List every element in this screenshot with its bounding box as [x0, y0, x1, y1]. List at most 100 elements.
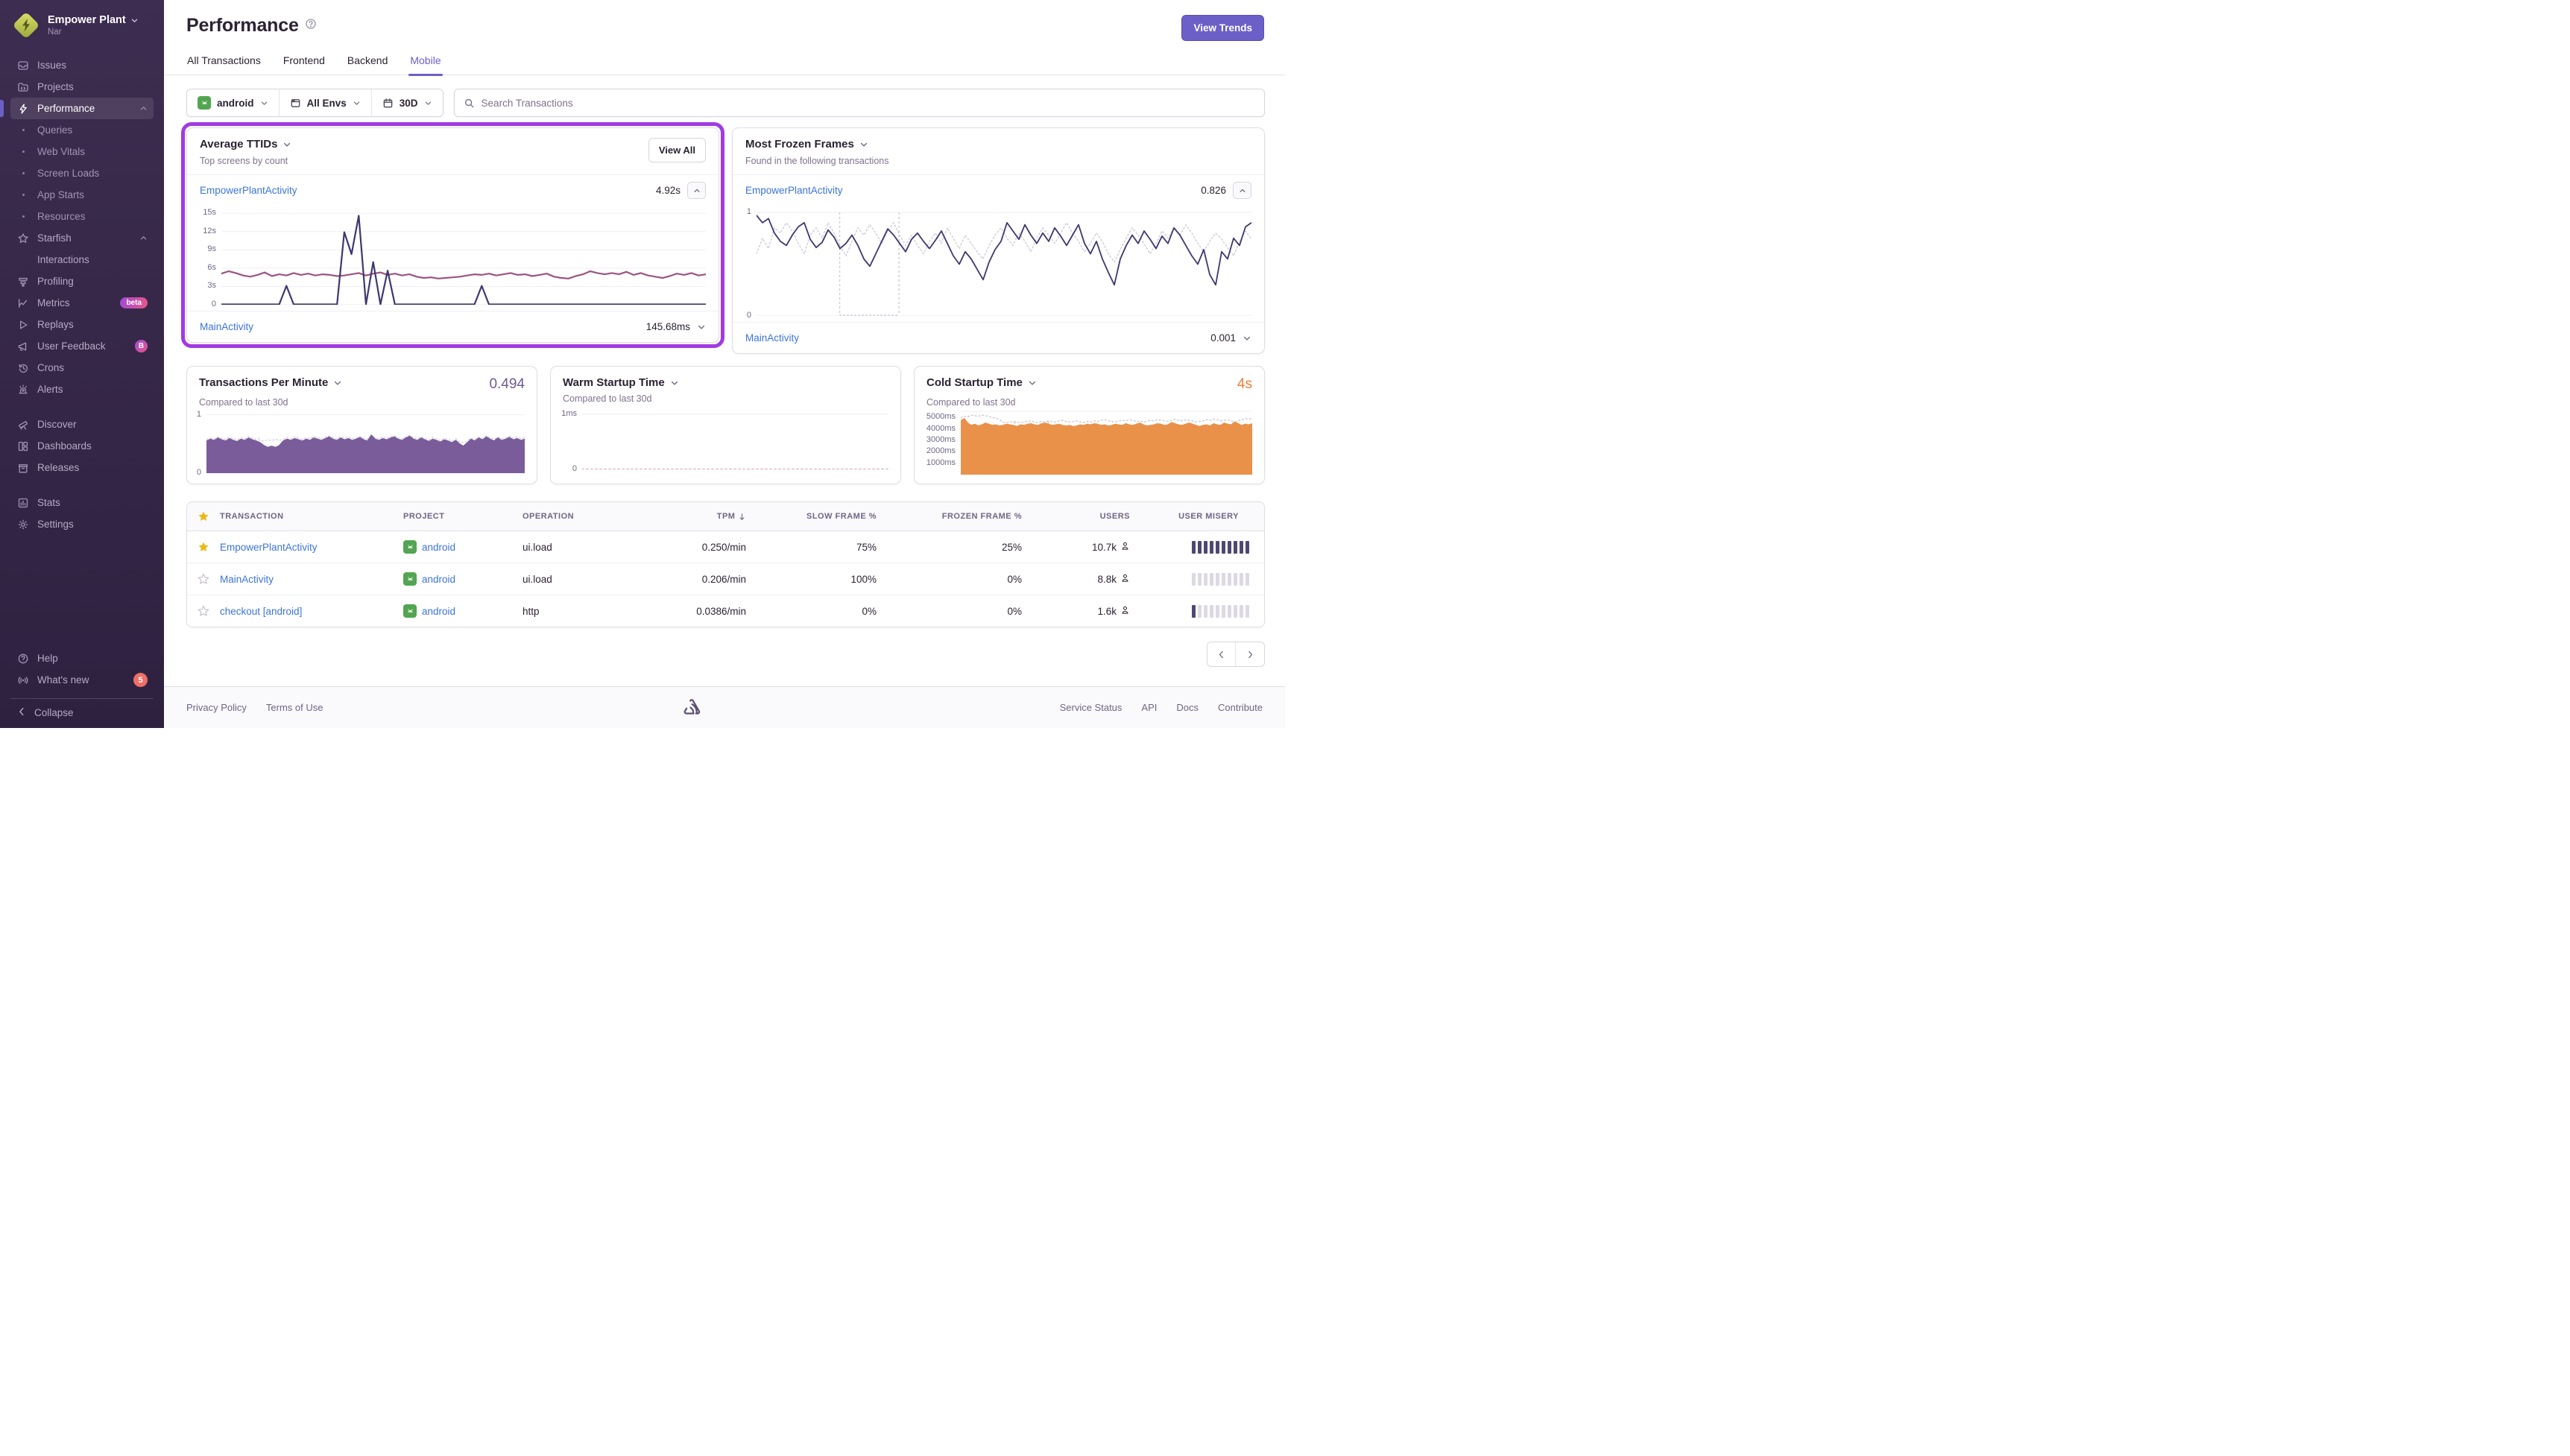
filter-bar: android All Envs 30D: [186, 89, 1265, 117]
column-header-frozen-frame[interactable]: FROZEN FRAME %: [877, 504, 1022, 529]
sidebar-item-profiling[interactable]: Profiling: [10, 270, 154, 292]
star-outline-icon[interactable]: [198, 605, 209, 617]
sidebar-item-label: Performance: [37, 103, 95, 114]
chevron-down-icon[interactable]: [859, 140, 868, 149]
chevron-up-icon: [139, 104, 148, 113]
collapse-toggle-button[interactable]: [1233, 182, 1251, 199]
slow-frame-cell: 0%: [862, 605, 877, 617]
column-header-transaction[interactable]: TRANSACTION: [220, 504, 403, 529]
sidebar-item-releases[interactable]: Releases: [10, 457, 154, 478]
column-header-user-misery[interactable]: USER MISERY: [1130, 504, 1261, 529]
collapse-toggle-button[interactable]: [687, 182, 706, 199]
transaction-link[interactable]: EmpowerPlantActivity: [745, 185, 843, 196]
sidebar-item-crons[interactable]: Crons: [10, 357, 154, 379]
page-content: android All Envs 30D Search Transactions…: [164, 75, 1285, 673]
column-header-operation[interactable]: OPERATION: [522, 504, 604, 529]
chevron-up-icon: [139, 234, 148, 242]
project-link[interactable]: android: [422, 542, 455, 553]
sidebar-item-settings[interactable]: Settings: [10, 513, 154, 535]
frozen-frame-cell: 25%: [1001, 541, 1022, 553]
help-icon: [16, 653, 30, 665]
chevron-down-icon[interactable]: [333, 379, 342, 387]
tab-backend[interactable]: Backend: [347, 54, 388, 75]
transaction-link[interactable]: MainActivity: [745, 332, 799, 344]
sidebar-collapse-button[interactable]: Collapse: [10, 698, 154, 728]
transaction-link[interactable]: EmpowerPlantActivity: [220, 542, 318, 553]
column-header-tpm[interactable]: TPM: [604, 504, 746, 529]
environment-filter[interactable]: All Envs: [280, 89, 372, 116]
sidebar-item-projects[interactable]: Projects: [10, 76, 154, 98]
tab-frontend[interactable]: Frontend: [283, 54, 325, 75]
project-link[interactable]: android: [422, 574, 455, 585]
project-link[interactable]: android: [422, 606, 455, 617]
sidebar-item-stats[interactable]: Stats: [10, 492, 154, 513]
metrics-icon: [16, 297, 30, 309]
expand-toggle-icon[interactable]: [697, 323, 706, 332]
chevron-down-icon[interactable]: [670, 379, 679, 387]
org-switcher[interactable]: Empower Plant Nar: [0, 0, 164, 47]
widget-value: 4s: [1237, 376, 1252, 392]
y-axis-label: 0: [572, 464, 577, 473]
footer-link-contribute[interactable]: Contribute: [1218, 702, 1263, 713]
star-filled-icon[interactable]: [198, 541, 209, 553]
widget-title: Cold Startup Time: [926, 376, 1023, 389]
tab-all-transactions[interactable]: All Transactions: [187, 54, 261, 75]
play-icon: [16, 319, 30, 331]
next-page-button[interactable]: [1236, 642, 1264, 666]
sidebar-nav: Issues Projects Performance Queries Web Vita…: [0, 47, 164, 642]
sidebar-item-issues[interactable]: Issues: [10, 54, 154, 76]
project-filter[interactable]: android: [187, 89, 280, 116]
view-trends-button[interactable]: View Trends: [1181, 15, 1264, 41]
footer-link-service-status[interactable]: Service Status: [1060, 702, 1123, 713]
tab-mobile[interactable]: Mobile: [408, 54, 443, 76]
megaphone-icon: [16, 341, 30, 352]
footer-link-api[interactable]: API: [1141, 702, 1157, 713]
sidebar-item-replays[interactable]: Replays: [10, 314, 154, 335]
sidebar-item-screen-loads[interactable]: Screen Loads: [10, 162, 154, 184]
view-all-button[interactable]: View All: [648, 138, 706, 162]
help-question-icon[interactable]: [305, 18, 317, 34]
sidebar-item-label: Releases: [37, 462, 80, 473]
transactions-table: TRANSACTION PROJECT OPERATION TPM SLOW FRAM…: [186, 501, 1265, 627]
sidebar-item-web-vitals[interactable]: Web Vitals: [10, 141, 154, 162]
sidebar-item-alerts[interactable]: Alerts: [10, 379, 154, 400]
expand-toggle-icon[interactable]: [1243, 334, 1251, 343]
sidebar-item-starfish[interactable]: Starfish: [10, 227, 154, 249]
date-range-filter[interactable]: 30D: [372, 89, 443, 116]
chevron-down-icon[interactable]: [1028, 379, 1037, 387]
sidebar-item-queries[interactable]: Queries: [10, 119, 154, 141]
column-header-project[interactable]: PROJECT: [403, 504, 522, 529]
sidebar-item-app-starts[interactable]: App Starts: [10, 184, 154, 206]
sidebar-item-what-s-new[interactable]: What's new 5: [10, 669, 154, 691]
transaction-link[interactable]: MainActivity: [200, 321, 253, 332]
sidebar-item-discover[interactable]: Discover: [10, 414, 154, 435]
previous-page-button[interactable]: [1207, 642, 1236, 666]
sidebar-item-dashboards[interactable]: Dashboards: [10, 435, 154, 457]
star-column-header[interactable]: [187, 502, 220, 531]
sidebar-item-performance[interactable]: Performance: [0, 98, 154, 119]
android-icon: [403, 604, 417, 618]
collapse-label: Collapse: [34, 707, 74, 718]
transaction-link[interactable]: MainActivity: [220, 574, 274, 585]
page-title: Performance: [186, 15, 299, 36]
chevron-down-icon: [260, 99, 268, 107]
search-transactions-input[interactable]: [481, 97, 1255, 109]
column-header-users[interactable]: USERS: [1022, 504, 1130, 529]
transaction-link[interactable]: EmpowerPlantActivity: [200, 185, 297, 196]
star-outline-icon[interactable]: [198, 573, 209, 585]
sidebar-item-interactions[interactable]: Interactions: [10, 249, 154, 270]
sidebar-item-help[interactable]: Help: [10, 648, 154, 669]
footer-link-terms-of-use[interactable]: Terms of Use: [266, 702, 323, 713]
chevron-down-icon[interactable]: [282, 140, 291, 149]
frozen-frames-chart: 10: [740, 207, 1252, 320]
column-header-slow-frame[interactable]: SLOW FRAME %: [746, 504, 877, 529]
sidebar-item-resources[interactable]: Resources: [10, 206, 154, 227]
bullet-icon: [16, 129, 30, 131]
sidebar-item-metrics[interactable]: Metrics beta: [10, 292, 154, 314]
footer-link-docs[interactable]: Docs: [1176, 702, 1199, 713]
chevron-down-icon: [131, 18, 138, 22]
sidebar-item-user-feedback[interactable]: User Feedback B: [10, 335, 154, 357]
transaction-link[interactable]: checkout [android]: [220, 606, 302, 617]
footer-link-privacy-policy[interactable]: Privacy Policy: [186, 702, 247, 713]
slow-frame-cell: 75%: [856, 541, 877, 553]
